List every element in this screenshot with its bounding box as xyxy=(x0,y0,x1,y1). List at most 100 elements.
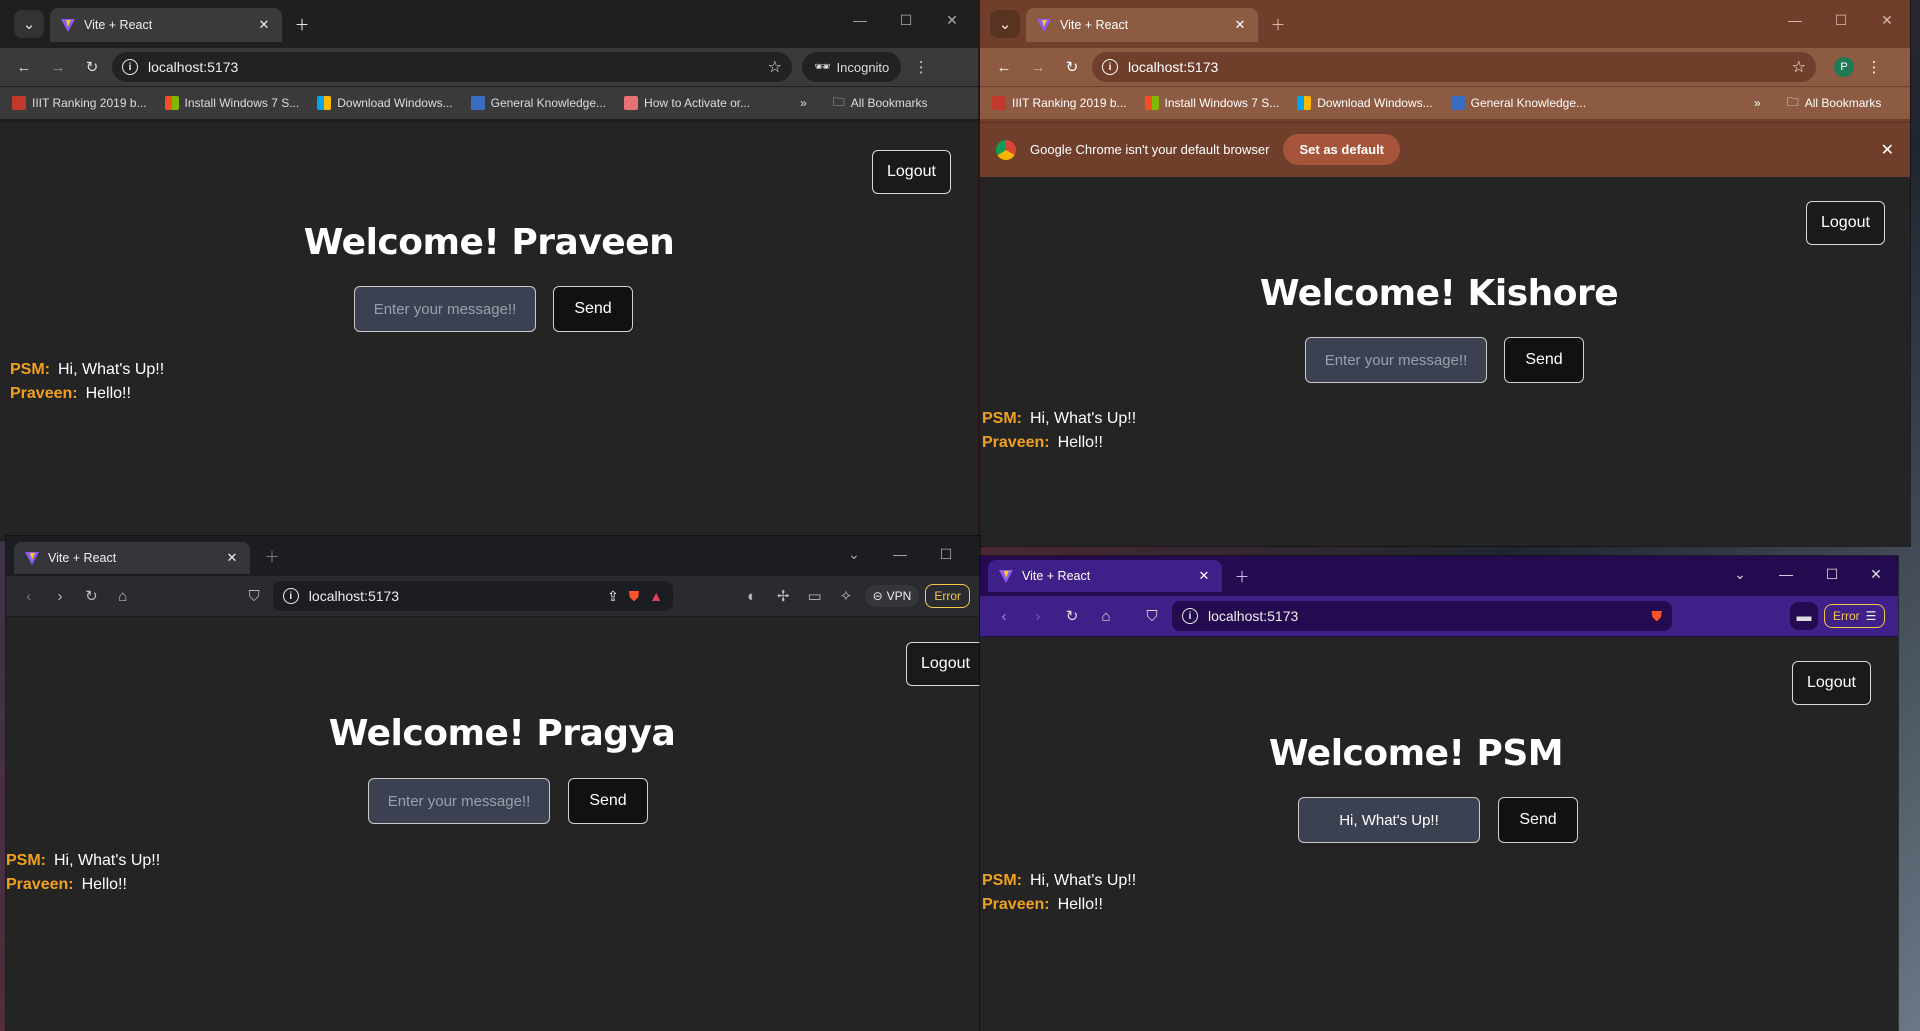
bookmark-item[interactable]: IIIT Ranking 2019 b... xyxy=(992,96,1127,110)
profile-avatar[interactable]: P xyxy=(1834,57,1854,77)
maximize-icon[interactable]: ☐ xyxy=(1831,12,1851,29)
reload-icon[interactable]: ↻ xyxy=(1058,602,1086,630)
menu-icon[interactable]: ⋮ xyxy=(907,53,935,81)
minimize-icon[interactable]: — xyxy=(1785,12,1805,28)
site-info-icon[interactable]: i xyxy=(282,588,299,604)
bookmark-star-icon[interactable]: ☆ xyxy=(1792,57,1806,77)
logout-button[interactable]: Logout xyxy=(1806,201,1885,245)
bookmark-item[interactable]: Download Windows... xyxy=(317,96,453,110)
all-bookmarks[interactable]: 🗀 All Bookmarks xyxy=(833,93,928,114)
bookmark-item[interactable]: Install Windows 7 S... xyxy=(164,96,299,110)
tab-search-icon[interactable]: ⌄ xyxy=(990,10,1020,38)
send-button[interactable]: Send xyxy=(568,778,648,824)
leo-icon[interactable]: ◐ xyxy=(739,582,764,610)
bookmark-icon[interactable]: ⛉ xyxy=(241,582,266,610)
tab-strip: ⌄ Vite + React ✕ ＋ — ☐ ✕ xyxy=(980,0,1910,48)
brave-shield-icon[interactable]: ⛊ xyxy=(629,588,640,605)
reload-icon[interactable]: ↻ xyxy=(79,582,104,610)
new-tab-icon[interactable]: ＋ xyxy=(1264,10,1292,38)
tab-list-icon[interactable]: ⌄ xyxy=(844,546,864,563)
minimize-icon[interactable]: — xyxy=(890,546,910,562)
bookmark-star-icon[interactable]: ☆ xyxy=(768,57,782,77)
new-tab-icon[interactable]: ＋ xyxy=(1228,562,1256,590)
bookmark-item[interactable]: Download Windows... xyxy=(1297,96,1433,110)
close-tab-icon[interactable]: ✕ xyxy=(256,17,272,33)
tab-vite-react[interactable]: Vite + React ✕ xyxy=(988,560,1222,592)
forward-icon[interactable]: → xyxy=(1024,53,1052,81)
close-tab-icon[interactable]: ✕ xyxy=(1196,568,1212,584)
more-bookmarks-icon[interactable]: » xyxy=(1754,96,1761,110)
forward-icon[interactable]: › xyxy=(1024,602,1052,630)
bookmark-item[interactable]: How to Activate or... xyxy=(624,96,750,110)
share-icon[interactable]: ⇪ xyxy=(607,588,619,605)
ai-icon[interactable]: ✧ xyxy=(833,582,858,610)
new-tab-icon[interactable]: ＋ xyxy=(258,542,286,570)
minimize-icon[interactable]: — xyxy=(850,12,870,28)
site-info-icon[interactable]: i xyxy=(1102,59,1118,75)
vpn-button[interactable]: ⊝ VPN xyxy=(864,585,920,607)
wallet-icon[interactable]: ▭ xyxy=(802,582,827,610)
default-browser-infobar: Google Chrome isn't your default browser… xyxy=(980,122,1910,176)
tab-list-icon[interactable]: ⌄ xyxy=(1730,566,1750,583)
back-icon[interactable]: ‹ xyxy=(990,602,1018,630)
reload-icon[interactable]: ↻ xyxy=(78,53,106,81)
bookmark-item[interactable]: General Knowledge... xyxy=(470,96,606,110)
send-button[interactable]: Send xyxy=(1504,337,1584,383)
address-bar[interactable]: i localhost:5173 ⇪ ⛊ ▲ xyxy=(272,581,674,611)
maximize-icon[interactable]: ☐ xyxy=(896,12,916,29)
extensions-icon[interactable]: ✢ xyxy=(771,582,796,610)
bookmark-icon[interactable]: ⛉ xyxy=(1138,602,1166,630)
close-window-icon[interactable]: ✕ xyxy=(942,12,962,29)
bookmark-item[interactable]: General Knowledge... xyxy=(1450,96,1586,110)
tab-search-icon[interactable]: ⌄ xyxy=(14,10,44,38)
address-bar[interactable]: i localhost:5173 ☆ xyxy=(1092,52,1816,82)
address-bar[interactable]: i localhost:5173 ☆ xyxy=(112,52,792,82)
close-tab-icon[interactable]: ✕ xyxy=(1232,17,1248,33)
close-window-icon[interactable]: ✕ xyxy=(1866,566,1886,583)
close-window-icon[interactable]: ✕ xyxy=(1877,12,1897,29)
logout-button[interactable]: Logout xyxy=(1792,661,1871,705)
home-icon[interactable]: ⌂ xyxy=(1092,602,1120,630)
message-input[interactable] xyxy=(1298,797,1480,843)
minimize-icon[interactable]: — xyxy=(1776,566,1796,582)
tab-vite-react[interactable]: Vite + React ✕ xyxy=(50,8,282,42)
message-input[interactable] xyxy=(1305,337,1487,383)
tab-vite-react[interactable]: Vite + React ✕ xyxy=(1026,8,1258,42)
close-tab-icon[interactable]: ✕ xyxy=(224,550,240,566)
message-input[interactable] xyxy=(354,286,536,332)
incognito-badge[interactable]: 🕶 Incognito xyxy=(802,52,902,82)
vpn-icon[interactable]: ▬ xyxy=(1790,602,1818,630)
message-input[interactable] xyxy=(368,778,550,824)
all-bookmarks[interactable]: 🗀 All Bookmarks xyxy=(1787,93,1882,114)
set-default-button[interactable]: Set as default xyxy=(1283,134,1401,165)
site-info-icon[interactable]: i xyxy=(1182,608,1198,624)
brave-shield-icon[interactable]: ⛊ xyxy=(1652,608,1663,625)
new-tab-icon[interactable]: ＋ xyxy=(288,10,316,38)
bookmark-label: Install Windows 7 S... xyxy=(1164,96,1280,110)
bookmark-item[interactable]: Install Windows 7 S... xyxy=(1144,96,1280,110)
bookmark-item[interactable]: IIIT Ranking 2019 b... xyxy=(12,96,147,110)
send-button[interactable]: Send xyxy=(553,286,633,332)
back-icon[interactable]: ← xyxy=(990,53,1018,81)
more-bookmarks-icon[interactable]: » xyxy=(800,96,807,110)
reload-icon[interactable]: ↻ xyxy=(1058,53,1086,81)
logout-button[interactable]: Logout xyxy=(906,642,980,686)
send-button[interactable]: Send xyxy=(1498,797,1578,843)
forward-icon[interactable]: › xyxy=(47,582,72,610)
brave-rewards-icon[interactable]: ▲ xyxy=(649,588,663,604)
logout-button[interactable]: Logout xyxy=(872,150,951,194)
forward-icon[interactable]: → xyxy=(44,53,72,81)
address-bar[interactable]: i localhost:5173 ⛊ xyxy=(1172,601,1672,631)
error-button[interactable]: Error ☰ xyxy=(1824,604,1886,628)
menu-icon[interactable]: ⋮ xyxy=(1860,53,1888,81)
back-icon[interactable]: ‹ xyxy=(16,582,41,610)
back-icon[interactable]: ← xyxy=(10,53,38,81)
tab-vite-react[interactable]: Vite + React ✕ xyxy=(14,542,250,574)
maximize-icon[interactable]: ☐ xyxy=(936,546,956,563)
maximize-icon[interactable]: ☐ xyxy=(1822,566,1842,583)
bookmark-favicon-icon xyxy=(12,96,26,110)
site-info-icon[interactable]: i xyxy=(122,59,138,75)
home-icon[interactable]: ⌂ xyxy=(110,582,135,610)
error-button[interactable]: Error xyxy=(925,584,971,608)
infobar-close-icon[interactable]: ✕ xyxy=(1881,140,1894,160)
